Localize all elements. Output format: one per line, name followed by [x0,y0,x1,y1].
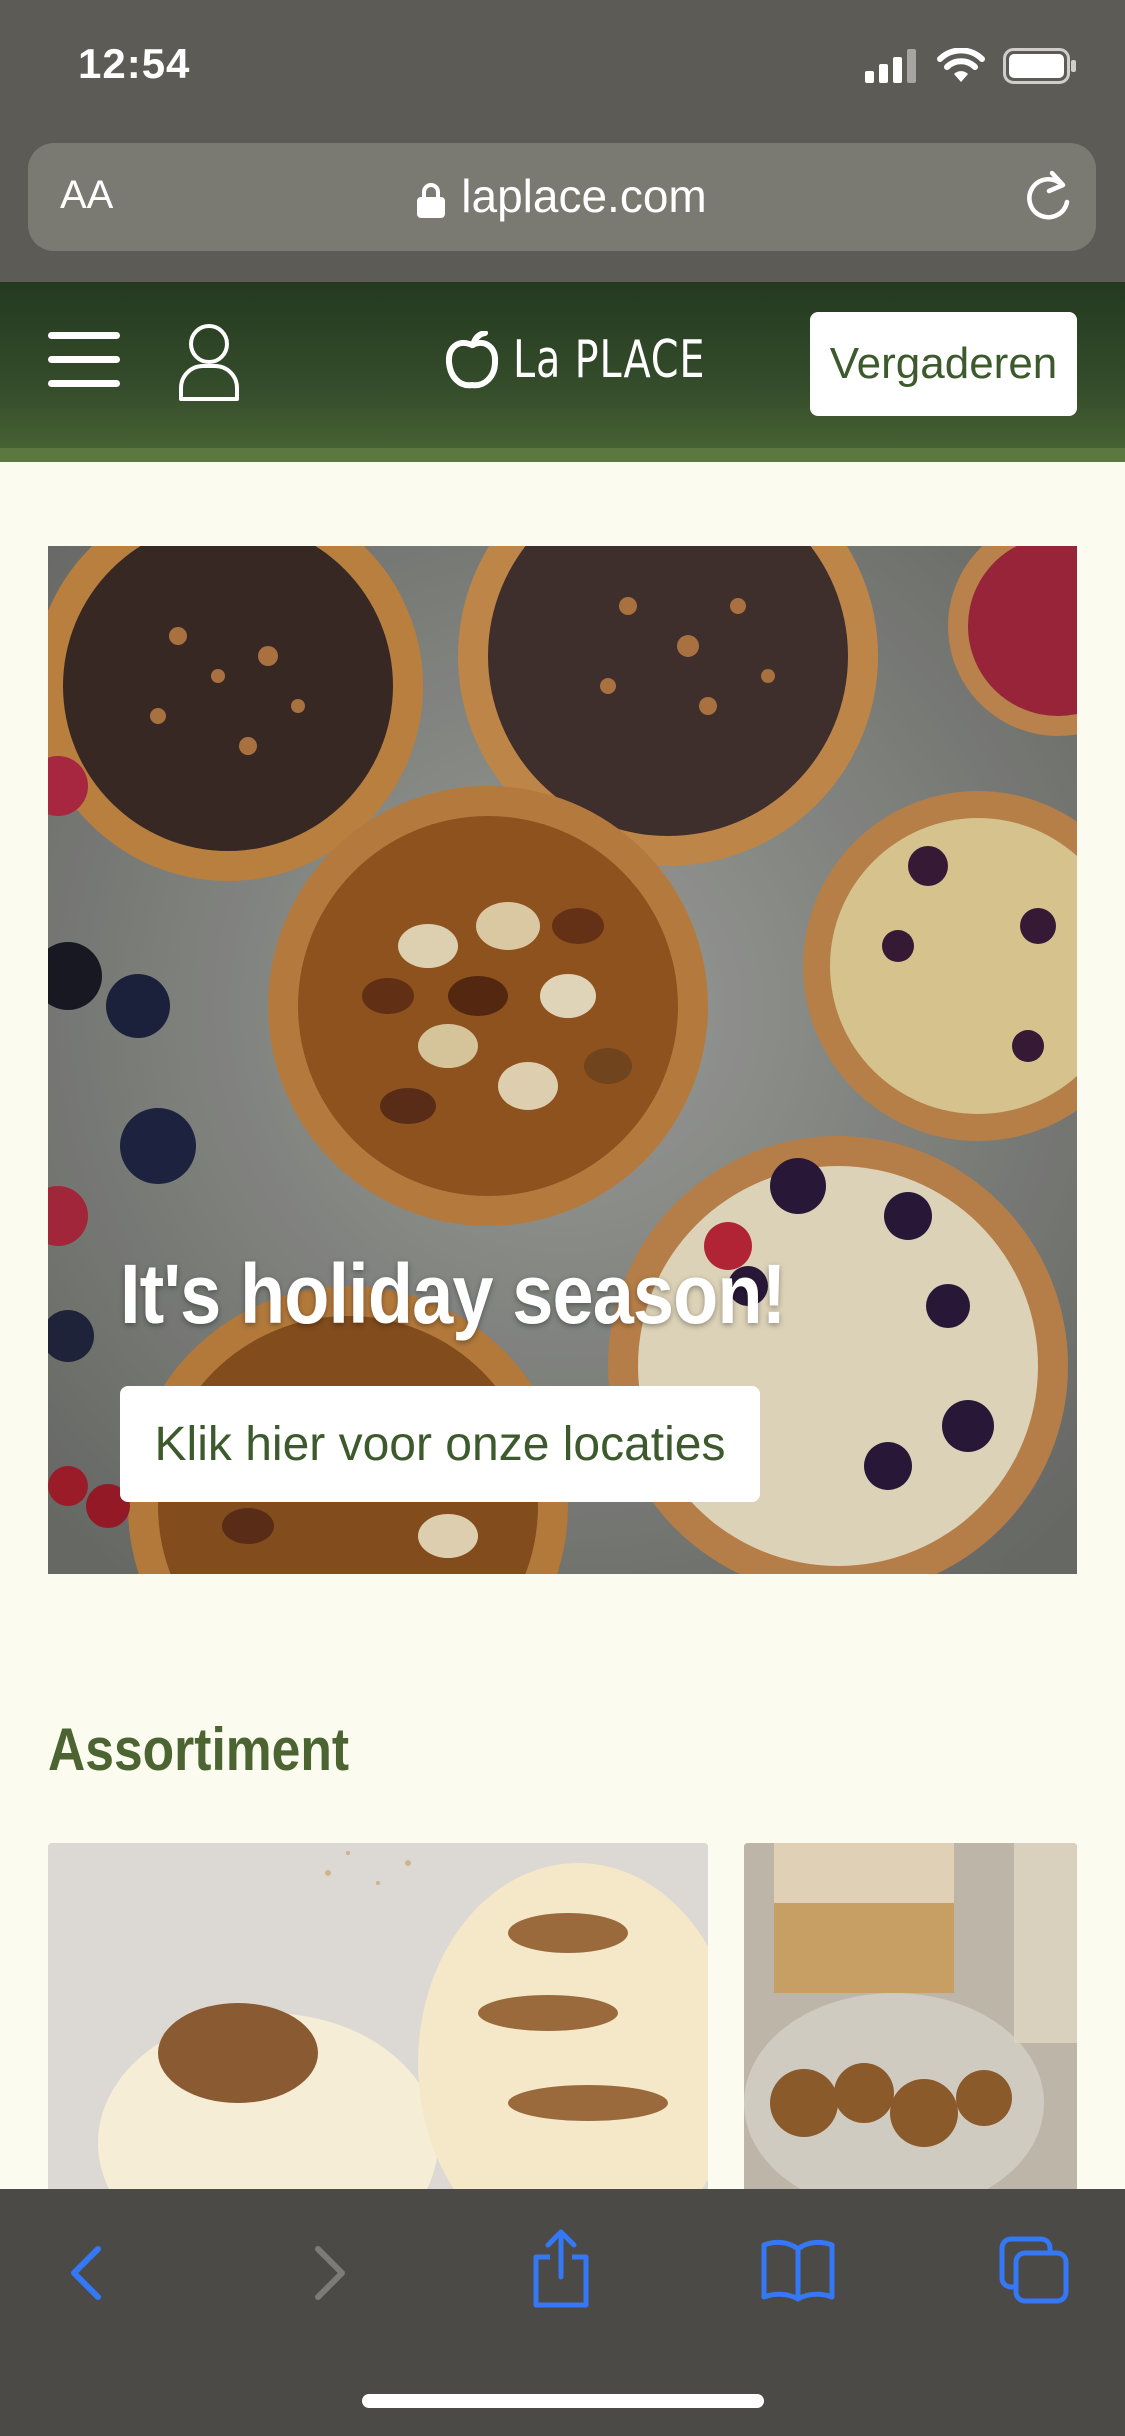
assortment-card[interactable] [744,1843,1077,2189]
cellular-signal-icon [865,49,916,83]
wifi-icon [937,48,985,82]
status-icons [865,48,1077,84]
home-indicator[interactable] [362,2394,764,2408]
tabs-icon[interactable] [998,2235,1070,2305]
assortment-card[interactable] [48,1843,708,2189]
header-divider [0,448,1125,462]
locations-button[interactable]: Klik hier voor onze locaties [120,1386,760,1502]
hero-title: It's holiday season! [120,1247,786,1341]
la-place-logo[interactable]: La PLACE [445,330,739,390]
browser-top-bar: 12:54 AA laplace.com [0,0,1125,282]
dessert-image [744,1843,1077,2189]
back-icon[interactable] [60,2237,116,2309]
reload-icon[interactable] [1022,169,1074,225]
battery-icon [1003,48,1076,84]
forward-icon[interactable] [300,2237,356,2309]
url-display[interactable]: laplace.com [28,169,1096,223]
logo-text: La PLACE [513,330,706,390]
status-time: 12:54 [78,40,191,87]
hamburger-menu-icon[interactable] [48,332,120,392]
dessert-image [48,1843,708,2189]
vergaderen-button[interactable]: Vergaderen [810,312,1077,416]
bookmarks-icon[interactable] [760,2237,836,2303]
apple-logo-icon [445,331,499,389]
share-icon[interactable] [530,2229,592,2309]
address-bar[interactable]: AA laplace.com [28,143,1096,251]
hero-banner[interactable]: It's holiday season! Klik hier voor onze… [48,546,1077,1574]
user-account-icon[interactable] [178,322,240,402]
url-text: laplace.com [461,170,707,222]
lock-icon [417,182,446,218]
assortment-heading: Assortiment [48,1716,350,1783]
